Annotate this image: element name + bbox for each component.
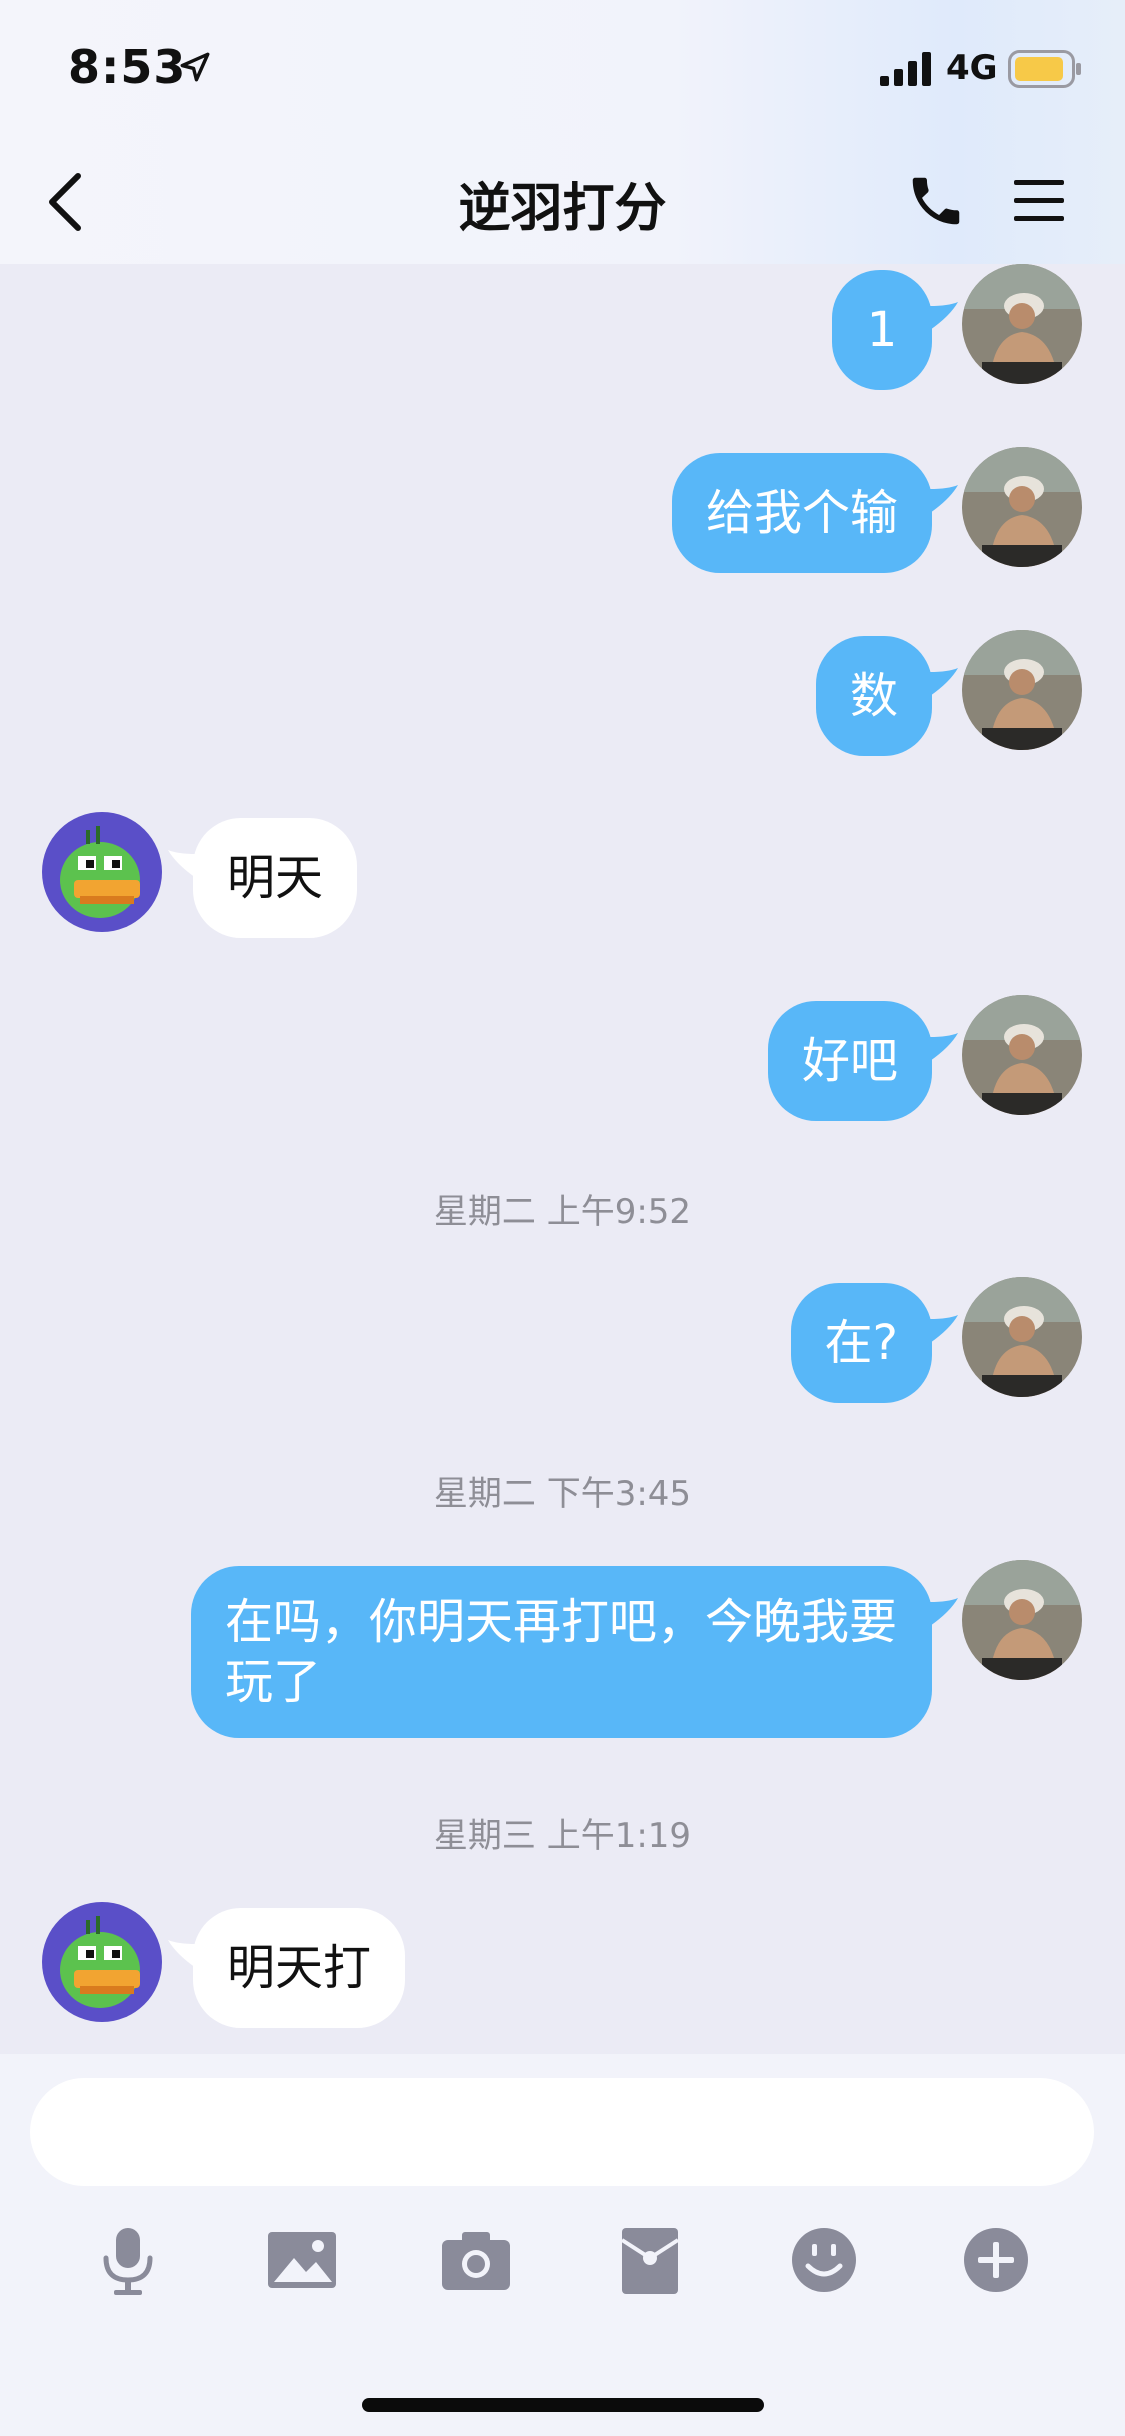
- user-photo-avatar-icon: [962, 1277, 1082, 1397]
- bubble-tail: [930, 485, 958, 513]
- message-input[interactable]: [30, 2078, 1094, 2186]
- message-bubble-outgoing[interactable]: 给我个输: [671, 453, 932, 573]
- message-bubble-outgoing[interactable]: 好吧: [767, 1001, 932, 1121]
- my-avatar[interactable]: [962, 264, 1082, 384]
- timestamp: 星期二 上午9:52: [433, 1192, 692, 1232]
- message-bubble-incoming[interactable]: 明天: [193, 818, 358, 938]
- timestamp: 星期二 下午3:45: [433, 1474, 692, 1514]
- user-photo-avatar-icon: [962, 264, 1082, 384]
- chat-list[interactable]: 1 给我个输 数 明天 好吧 星期二 上午9:52 在? 星期二 下午3:45 …: [0, 264, 1125, 2054]
- user-photo-avatar-icon: [962, 1560, 1082, 1680]
- nav-bar: 逆羽打分: [0, 140, 1125, 264]
- image-icon[interactable]: [262, 2220, 342, 2300]
- battery-icon: [1008, 50, 1081, 88]
- duck-avatar-icon: [42, 812, 162, 932]
- my-avatar[interactable]: [962, 447, 1082, 567]
- signal-bars-icon: [880, 52, 931, 86]
- red-packet-icon[interactable]: [610, 2220, 690, 2300]
- message-bubble-outgoing[interactable]: 1: [832, 270, 932, 390]
- bubble-tail: [930, 1315, 958, 1343]
- message-bubble-outgoing[interactable]: 在吗，你明天再打吧，今晚我要玩了: [191, 1566, 932, 1738]
- bubble-tail: [168, 850, 196, 878]
- bubble-tail: [930, 1033, 958, 1061]
- contact-avatar[interactable]: [42, 812, 162, 932]
- message-bubble-outgoing[interactable]: 数: [815, 636, 932, 756]
- bubble-tail: [168, 1940, 196, 1968]
- menu-icon[interactable]: [1012, 176, 1066, 226]
- status-bar: 8:53 4G: [0, 0, 1125, 140]
- user-photo-avatar-icon: [962, 995, 1082, 1115]
- microphone-icon[interactable]: [88, 2220, 168, 2300]
- my-avatar[interactable]: [962, 630, 1082, 750]
- message-bubble-incoming[interactable]: 明天打: [193, 1908, 406, 2028]
- user-photo-avatar-icon: [962, 630, 1082, 750]
- message-bubble-outgoing[interactable]: 在?: [790, 1283, 932, 1403]
- bubble-tail: [930, 302, 958, 330]
- network-type: 4G: [946, 48, 998, 88]
- emoji-icon[interactable]: [784, 2220, 864, 2300]
- my-avatar[interactable]: [962, 1277, 1082, 1397]
- user-photo-avatar-icon: [962, 447, 1082, 567]
- my-avatar[interactable]: [962, 1560, 1082, 1680]
- bubble-tail: [930, 668, 958, 696]
- location-arrow-icon: [180, 52, 210, 82]
- phone-icon[interactable]: [905, 170, 967, 232]
- my-avatar[interactable]: [962, 995, 1082, 1115]
- contact-avatar[interactable]: [42, 1902, 162, 2022]
- input-area: [0, 2054, 1125, 2436]
- camera-icon[interactable]: [436, 2220, 516, 2300]
- home-indicator[interactable]: [362, 2398, 764, 2412]
- bubble-tail: [930, 1598, 958, 1626]
- status-time: 8:53: [68, 40, 187, 94]
- timestamp: 星期三 上午1:19: [433, 1816, 692, 1856]
- duck-avatar-icon: [42, 1902, 162, 2022]
- plus-icon[interactable]: [956, 2220, 1036, 2300]
